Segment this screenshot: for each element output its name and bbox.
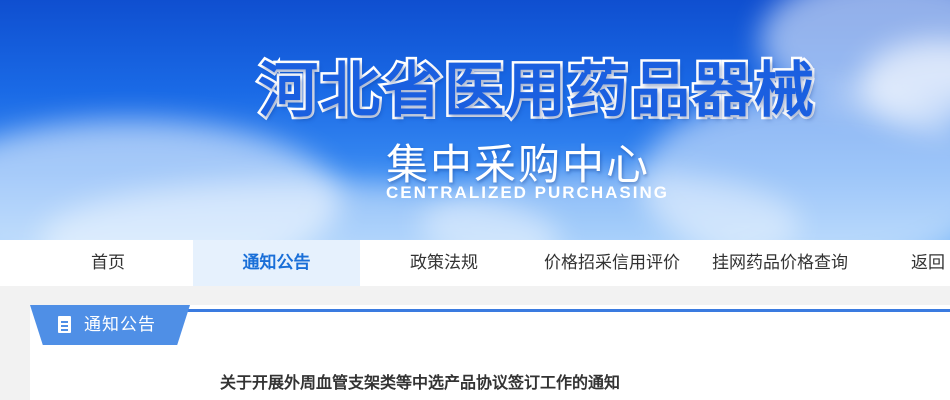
- article-title[interactable]: 关于开展外周血管支架类等中选产品协议签订工作的通知: [30, 369, 810, 393]
- nav-item-policies[interactable]: 政策法规: [360, 240, 528, 286]
- nav-item-back[interactable]: 返回: [864, 240, 950, 286]
- nav-item-credit-evaluation[interactable]: 价格招采信用评价: [528, 240, 696, 286]
- section-tab: 通知公告: [30, 305, 190, 345]
- main-nav: 首页 通知公告 政策法规 价格招采信用评价 挂网药品价格查询 返回: [0, 240, 950, 286]
- site-title: 河北省医用药品器械: [256, 54, 817, 129]
- site-subtitle-english: CENTRALIZED PURCHASING: [386, 183, 669, 202]
- header-banner: 河北省医用药品器械 集中采购中心 CENTRALIZED PURCHASING: [0, 0, 950, 240]
- notice-panel: 通知公告 关于开展外周血管支架类等中选产品协议签订工作的通知: [30, 305, 950, 400]
- nav-item-price-query[interactable]: 挂网药品价格查询: [696, 240, 864, 286]
- document-icon: [58, 316, 71, 333]
- nav-item-notices[interactable]: 通知公告: [193, 240, 360, 286]
- section-tab-label: 通知公告: [84, 315, 156, 335]
- panel-header-line: [180, 309, 950, 312]
- nav-item-home[interactable]: 首页: [23, 240, 193, 286]
